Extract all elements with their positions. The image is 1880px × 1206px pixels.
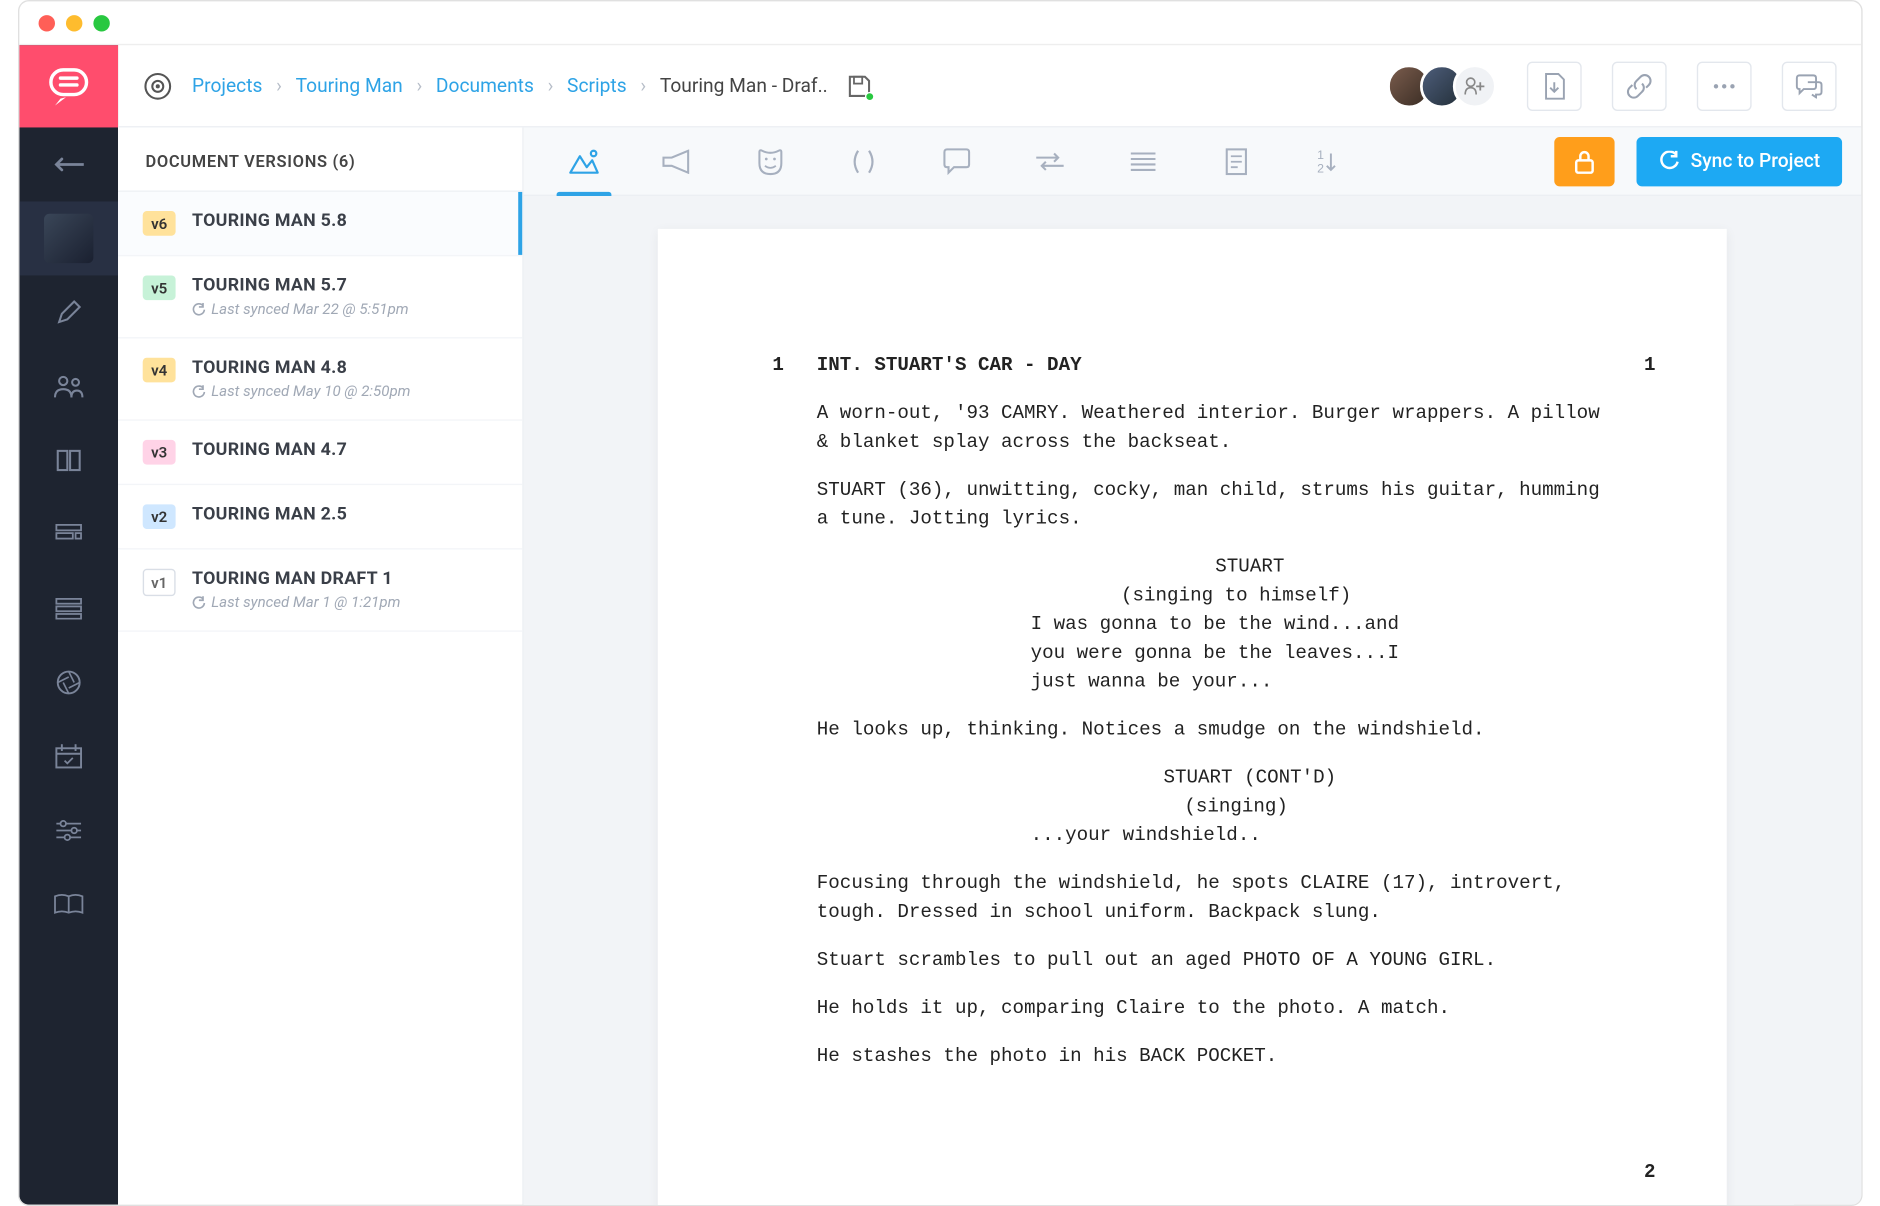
action-line: He stashes the photo in his BACK POCKET. <box>817 1043 1601 1072</box>
rail-calendar-icon[interactable] <box>19 719 118 793</box>
action-line: Focusing through the windshield, he spot… <box>817 870 1601 928</box>
version-title: TOURING MAN 5.8 <box>192 211 347 232</box>
tool-note-icon[interactable] <box>1195 127 1277 196</box>
tool-justify-icon[interactable] <box>1102 127 1184 196</box>
version-last-synced: Last synced May 10 @ 2:50pm <box>192 382 410 400</box>
version-item[interactable]: v4 TOURING MAN 4.8 Last synced May 10 @ 2… <box>118 339 522 421</box>
scene-number-left: 1 <box>729 352 784 381</box>
sidebar-header: DOCUMENT VERSIONS (6) <box>118 127 522 191</box>
save-status-icon[interactable] <box>847 73 872 98</box>
share-link-button[interactable] <box>1612 61 1667 110</box>
version-badge: v5 <box>142 275 175 300</box>
version-title: TOURING MAN 5.7 <box>192 275 409 296</box>
window-titlebar <box>19 1 1861 45</box>
collaborator-avatars <box>1398 64 1497 108</box>
version-item[interactable]: v2 TOURING MAN 2.5 <box>118 485 522 549</box>
breadcrumb-project[interactable]: Touring Man <box>295 75 402 97</box>
version-title: TOURING MAN 4.8 <box>192 358 410 379</box>
chevron-right-icon: › <box>547 75 553 97</box>
character-cue: STUART (CONT'D) <box>817 765 1601 794</box>
chevron-right-icon: › <box>416 75 422 97</box>
rail-back-button[interactable] <box>19 127 118 201</box>
dialogue: ...your windshield.. <box>976 822 1442 851</box>
rail-book-icon[interactable] <box>19 867 118 941</box>
chevron-right-icon: › <box>640 75 646 97</box>
app-logo[interactable] <box>19 45 118 127</box>
window-close-button[interactable] <box>38 14 54 30</box>
left-rail <box>19 45 118 1204</box>
breadcrumb-scripts[interactable]: Scripts <box>567 75 627 97</box>
project-thumbnail-image <box>44 214 93 263</box>
sync-icon <box>1657 150 1679 172</box>
sync-to-project-button[interactable]: Sync to Project <box>1636 136 1842 185</box>
lock-button[interactable] <box>1553 136 1613 185</box>
topbar: Projects › Touring Man › Documents › Scr… <box>118 45 1861 127</box>
action-line: He looks up, thinking. Notices a smudge … <box>817 717 1601 746</box>
tool-mask-icon[interactable] <box>729 127 811 196</box>
rail-columns-icon[interactable] <box>19 423 118 497</box>
scene-number-right: 1 <box>1601 352 1656 381</box>
action-line: He holds it up, comparing Claire to the … <box>817 995 1601 1024</box>
document-toolbar: 12 Sync to Project <box>523 127 1861 196</box>
more-options-button[interactable] <box>1696 61 1751 110</box>
versions-sidebar: DOCUMENT VERSIONS (6) v6TOURING MAN 5.8v… <box>118 127 524 1204</box>
document-stage[interactable]: 1 INT. STUART'S CAR - DAY 1 A worn-out, … <box>523 196 1861 1205</box>
page-number: 2 <box>1644 1159 1656 1188</box>
version-badge: v1 <box>142 569 175 596</box>
target-icon[interactable] <box>142 71 172 101</box>
version-last-synced: Last synced Mar 1 @ 1:21pm <box>192 593 400 611</box>
rail-list-icon[interactable] <box>19 571 118 645</box>
tool-dialogue-icon[interactable] <box>915 127 997 196</box>
rail-edit-icon[interactable] <box>19 275 118 349</box>
version-last-synced: Last synced Mar 22 @ 5:51pm <box>192 300 409 318</box>
version-badge: v6 <box>142 211 175 236</box>
tool-scenes-icon[interactable] <box>543 127 625 196</box>
breadcrumb-current: Touring Man - Draf.. <box>659 75 827 97</box>
tool-parenthetical-icon[interactable] <box>822 127 904 196</box>
parenthetical: (singing) <box>817 793 1601 822</box>
dialogue: I was gonna to be the wind...and you wer… <box>976 611 1442 697</box>
window-maximize-button[interactable] <box>93 14 109 30</box>
export-pdf-button[interactable] <box>1527 61 1582 110</box>
rail-people-icon[interactable] <box>19 349 118 423</box>
action-line: A worn-out, '93 CAMRY. Weathered interio… <box>817 400 1601 458</box>
window-minimize-button[interactable] <box>66 14 82 30</box>
version-item[interactable]: v1 TOURING MAN DRAFT 1 Last synced Mar 1 … <box>118 550 522 632</box>
version-badge: v2 <box>142 504 175 529</box>
action-line: Stuart scrambles to pull out an aged PHO… <box>817 947 1601 976</box>
rail-breakdown-icon[interactable] <box>19 497 118 571</box>
parenthetical: (singing to himself) <box>817 582 1601 611</box>
version-title: TOURING MAN DRAFT 1 <box>192 569 400 590</box>
version-item[interactable]: v6 TOURING MAN 5.8 <box>118 192 522 256</box>
action-line: STUART (36), unwitting, cocky, man child… <box>817 477 1601 535</box>
version-item[interactable]: v5 TOURING MAN 5.7 Last synced Mar 22 @ 5… <box>118 256 522 338</box>
save-status-dot <box>864 91 874 101</box>
breadcrumb-documents[interactable]: Documents <box>436 75 534 97</box>
sync-button-label: Sync to Project <box>1690 150 1819 172</box>
rail-sliders-icon[interactable] <box>19 793 118 867</box>
version-title: TOURING MAN 2.5 <box>192 504 347 525</box>
add-collaborator-button[interactable] <box>1453 64 1497 108</box>
chevron-right-icon: › <box>276 75 282 97</box>
version-item[interactable]: v3 TOURING MAN 4.7 <box>118 421 522 485</box>
tool-megaphone-icon[interactable] <box>636 127 718 196</box>
breadcrumb: Projects › Touring Man › Documents › Scr… <box>192 75 828 97</box>
scene-heading: INT. STUART'S CAR - DAY <box>817 352 1601 381</box>
character-cue: STUART <box>817 554 1601 583</box>
breadcrumb-projects[interactable]: Projects <box>192 75 262 97</box>
comments-button[interactable] <box>1781 61 1836 110</box>
rail-aperture-icon[interactable] <box>19 645 118 719</box>
version-badge: v3 <box>142 440 175 465</box>
svg-text:2: 2 <box>1317 161 1324 175</box>
rail-project-thumbnail[interactable] <box>19 201 118 275</box>
script-page: 1 INT. STUART'S CAR - DAY 1 A worn-out, … <box>658 229 1727 1205</box>
tool-numbering-icon[interactable]: 12 <box>1288 127 1370 196</box>
version-title: TOURING MAN 4.7 <box>192 440 347 461</box>
svg-text:1: 1 <box>1317 147 1324 161</box>
tool-transition-icon[interactable] <box>1009 127 1091 196</box>
version-badge: v4 <box>142 358 175 383</box>
